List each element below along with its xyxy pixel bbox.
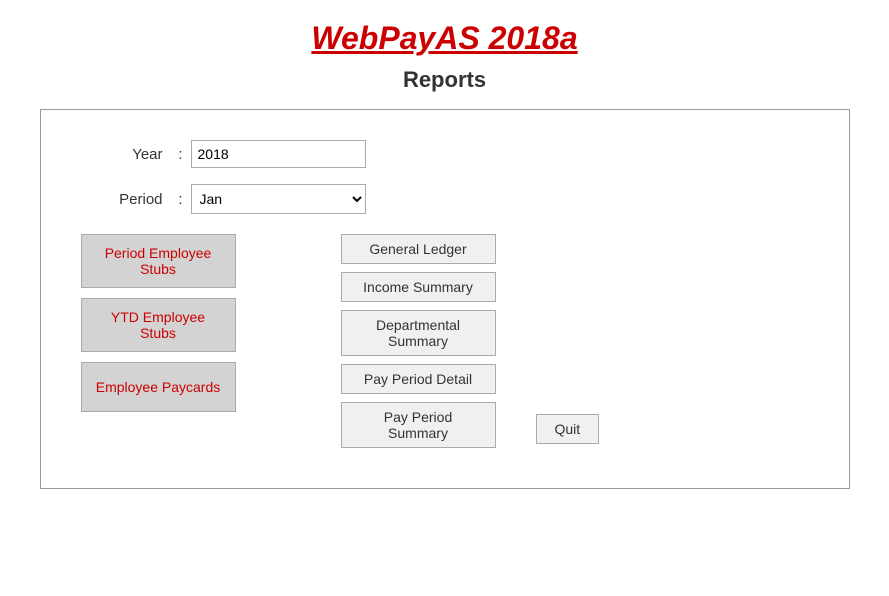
period-employee-stubs-button[interactable]: Period Employee Stubs [81, 234, 236, 288]
ytd-employee-stubs-button[interactable]: YTD Employee Stubs [81, 298, 236, 352]
pay-period-summary-button[interactable]: Pay Period Summary [341, 402, 496, 448]
year-input[interactable] [191, 140, 366, 168]
pay-period-detail-button[interactable]: Pay Period Detail [341, 364, 496, 394]
departmental-summary-button[interactable]: Departmental Summary [341, 310, 496, 356]
year-label: Year [81, 146, 171, 163]
period-colon: : [171, 191, 191, 208]
period-label: Period [81, 191, 171, 208]
year-row: Year : [81, 140, 809, 168]
app-title: WebPayAS 2018a [311, 0, 577, 67]
main-panel: Year : Period : Jan Feb Mar Apr May Jun … [40, 109, 850, 489]
buttons-area: Period Employee Stubs YTD Employee Stubs… [81, 234, 809, 448]
employee-paycards-button[interactable]: Employee Paycards [81, 362, 236, 412]
right-buttons: General Ledger Income Summary Department… [341, 234, 496, 448]
income-summary-button[interactable]: Income Summary [341, 272, 496, 302]
quit-button[interactable]: Quit [536, 414, 600, 444]
quit-area: Quit [536, 414, 600, 448]
right-and-quit: General Ledger Income Summary Department… [341, 234, 600, 448]
period-row: Period : Jan Feb Mar Apr May Jun Jul Aug… [81, 184, 809, 214]
general-ledger-button[interactable]: General Ledger [341, 234, 496, 264]
left-buttons: Period Employee Stubs YTD Employee Stubs… [81, 234, 281, 448]
page-heading: Reports [403, 67, 486, 109]
period-select[interactable]: Jan Feb Mar Apr May Jun Jul Aug Sep Oct … [191, 184, 366, 214]
year-colon: : [171, 146, 191, 163]
